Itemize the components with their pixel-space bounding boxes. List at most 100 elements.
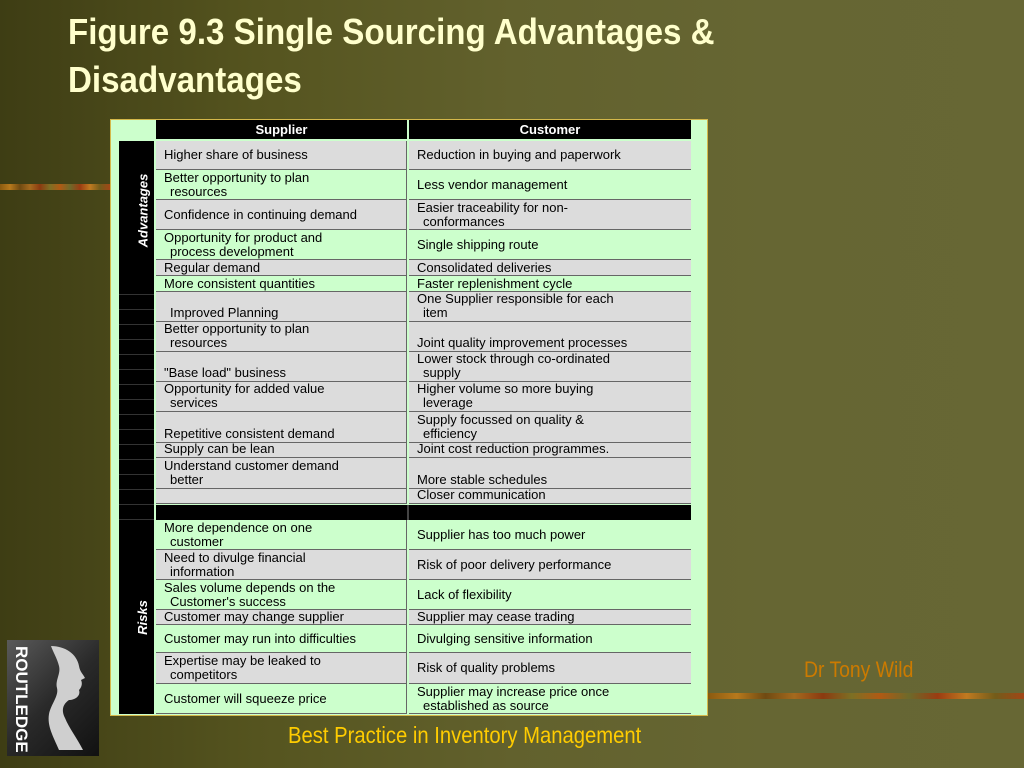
- cell-text: Higher share of business: [164, 147, 308, 162]
- cell-text: Supply can be lean: [164, 441, 275, 456]
- risk-row: Expertise may be leaked to competitors Ris…: [156, 653, 691, 684]
- advantage-row: Better opportunity to plan resources Less …: [156, 170, 691, 200]
- customer-cell: Divulging sensitive information: [409, 625, 691, 653]
- advantages-side-bar: Advantages: [131, 141, 154, 280]
- cell-text: Faster replenishment cycle: [417, 275, 573, 291]
- cell-line: Better opportunity to plan: [164, 321, 310, 336]
- footer-title: Best Practice in Inventory Management: [288, 722, 642, 748]
- cell-text: Risk of poor delivery performance: [417, 556, 612, 572]
- supplier-cell: Better opportunity to plan resources: [156, 322, 407, 352]
- customer-cell: Risk of quality problems: [409, 653, 691, 684]
- cell-line-continued: Customer's success: [170, 593, 286, 609]
- cell-line-continued: competitors: [170, 667, 238, 682]
- cell-line: Higher volume so more buying: [417, 381, 594, 396]
- cell-line: Need to divulge financial: [164, 549, 306, 565]
- cell-text: Single shipping route: [417, 236, 539, 252]
- cell-text: Joint quality improvement processes: [417, 335, 628, 350]
- supplier-cell: Opportunity for added value services: [156, 382, 407, 412]
- supplier-cell: Expertise may be leaked to competitors: [156, 653, 407, 684]
- customer-cell: Joint quality improvement processes: [409, 322, 691, 352]
- cell-text: Repetitive consistent demand: [164, 426, 335, 441]
- additional-row: Supply can be lean Joint cost reduction p…: [156, 441, 691, 458]
- customer-cell: Less vendor management: [409, 170, 691, 200]
- customer-cell: Lack of flexibility: [409, 580, 691, 610]
- cell-text: Closer communication: [417, 487, 546, 502]
- customer-cell: Higher volume so more buying leverage: [409, 382, 691, 412]
- additional-row: "Base load" business Lower stock through …: [156, 352, 691, 382]
- supplier-cell: Regular demand: [156, 260, 407, 276]
- supplier-cell: More dependence on one customer: [156, 520, 407, 550]
- additional-row: Improved Planning One Supplier responsibl…: [156, 292, 691, 322]
- supplier-cell: Opportunity for product and process devel…: [156, 230, 407, 260]
- cell-line: One Supplier responsible for each: [417, 291, 614, 306]
- advantage-row: Regular demand Consolidated deliveries: [156, 260, 691, 276]
- customer-cell: One Supplier responsible for each item: [409, 292, 691, 322]
- divider-separator: [407, 505, 409, 520]
- supplier-cell: Better opportunity to plan resources: [156, 170, 407, 200]
- additional-row: Closer communication: [156, 487, 691, 504]
- slide-title: Figure 9.3 Single Sourcing Advantages & …: [68, 11, 715, 100]
- advantage-row: Confidence in continuing demand Easier tr…: [156, 200, 691, 230]
- cell-line-continued: services: [170, 395, 218, 410]
- decorative-line-right: [708, 693, 1024, 699]
- risks-label: Risks: [135, 599, 151, 635]
- customer-cell: Reduction in buying and paperwork: [409, 141, 691, 170]
- supplier-cell: Understand customer demand better: [156, 458, 407, 489]
- risks-side-spacer: [119, 520, 131, 714]
- supplier-cell: Higher share of business: [156, 141, 407, 170]
- cell-text: Less vendor management: [417, 176, 568, 192]
- cell-line-continued: conformances: [423, 213, 505, 229]
- cell-line: Sales volume depends on the: [164, 579, 336, 595]
- supplier-cell: Customer may change supplier: [156, 610, 407, 625]
- customer-cell: Easier traceability for non-conformances: [409, 200, 691, 230]
- cell-line: Supplier may increase price once: [417, 683, 610, 699]
- cell-text: Consolidated deliveries: [417, 259, 552, 275]
- cell-text: Customer will squeeze price: [164, 690, 327, 706]
- cell-line-continued: item: [423, 305, 448, 320]
- supplier-cell: "Base load" business: [156, 352, 407, 382]
- cell-line: Supply focussed on quality &: [417, 412, 584, 427]
- additional-row: Opportunity for added value services Highe…: [156, 382, 691, 412]
- supplier-cell: Customer may run into difficulties: [156, 625, 407, 653]
- cell-text: Confidence in continuing demand: [164, 206, 357, 222]
- cell-line-continued: efficiency: [423, 426, 477, 441]
- author-name: Dr Tony Wild: [804, 657, 914, 682]
- supplier-cell: Sales volume depends on the Customer's su…: [156, 580, 407, 610]
- cell-text: Customer may change supplier: [164, 609, 344, 624]
- cell-text: Joint cost reduction programmes.: [417, 441, 610, 456]
- supplier-cell: Supply can be lean: [156, 441, 407, 458]
- supplier-cell: Customer will squeeze price: [156, 684, 407, 714]
- supplier-cell: Confidence in continuing demand: [156, 200, 407, 230]
- section-divider-row: [156, 505, 691, 520]
- customer-cell: Consolidated deliveries: [409, 260, 691, 276]
- header-customer: Customer: [409, 120, 691, 139]
- cell-line-continued: information: [170, 563, 235, 579]
- additional-side-block: [119, 280, 154, 520]
- cell-line-continued: better: [170, 472, 204, 487]
- customer-cell: More stable schedules: [409, 458, 691, 489]
- decorative-line-left: [0, 184, 110, 190]
- customer-cell: Supplier may increase price once establis…: [409, 684, 691, 714]
- header-supplier: Supplier: [156, 120, 407, 139]
- advantage-row: Higher share of business Reduction in buy…: [156, 141, 691, 170]
- additional-row: Better opportunity to plan resources Joint…: [156, 322, 691, 352]
- advantage-row: Opportunity for product and process devel…: [156, 230, 691, 260]
- customer-cell: Risk of poor delivery performance: [409, 550, 691, 580]
- customer-cell: Single shipping route: [409, 230, 691, 260]
- risk-row: Sales volume depends on the Customer's su…: [156, 580, 691, 610]
- risk-row: Customer will squeeze price Supplier may …: [156, 684, 691, 714]
- cell-line-continued: process development: [170, 243, 294, 259]
- cell-line: Lower stock through co-ordinated: [417, 351, 610, 366]
- supplier-cell: [156, 489, 407, 504]
- cell-line-continued: resources: [170, 335, 228, 350]
- supplier-cell: Need to divulge financial information: [156, 550, 407, 580]
- cell-line-continued: established as source: [423, 697, 549, 713]
- profile-silhouette-icon: [48, 646, 85, 750]
- cell-text: Risk of quality problems: [417, 660, 555, 675]
- customer-cell: Supplier may cease trading: [409, 610, 691, 625]
- risk-row: More dependence on one customer Supplier h…: [156, 520, 691, 550]
- cell-line: More dependence on one: [164, 519, 313, 535]
- advantages-label: Advantages: [135, 173, 151, 248]
- customer-cell: Lower stock through co-ordinated supply: [409, 352, 691, 382]
- cell-line-continued: resources: [170, 183, 228, 199]
